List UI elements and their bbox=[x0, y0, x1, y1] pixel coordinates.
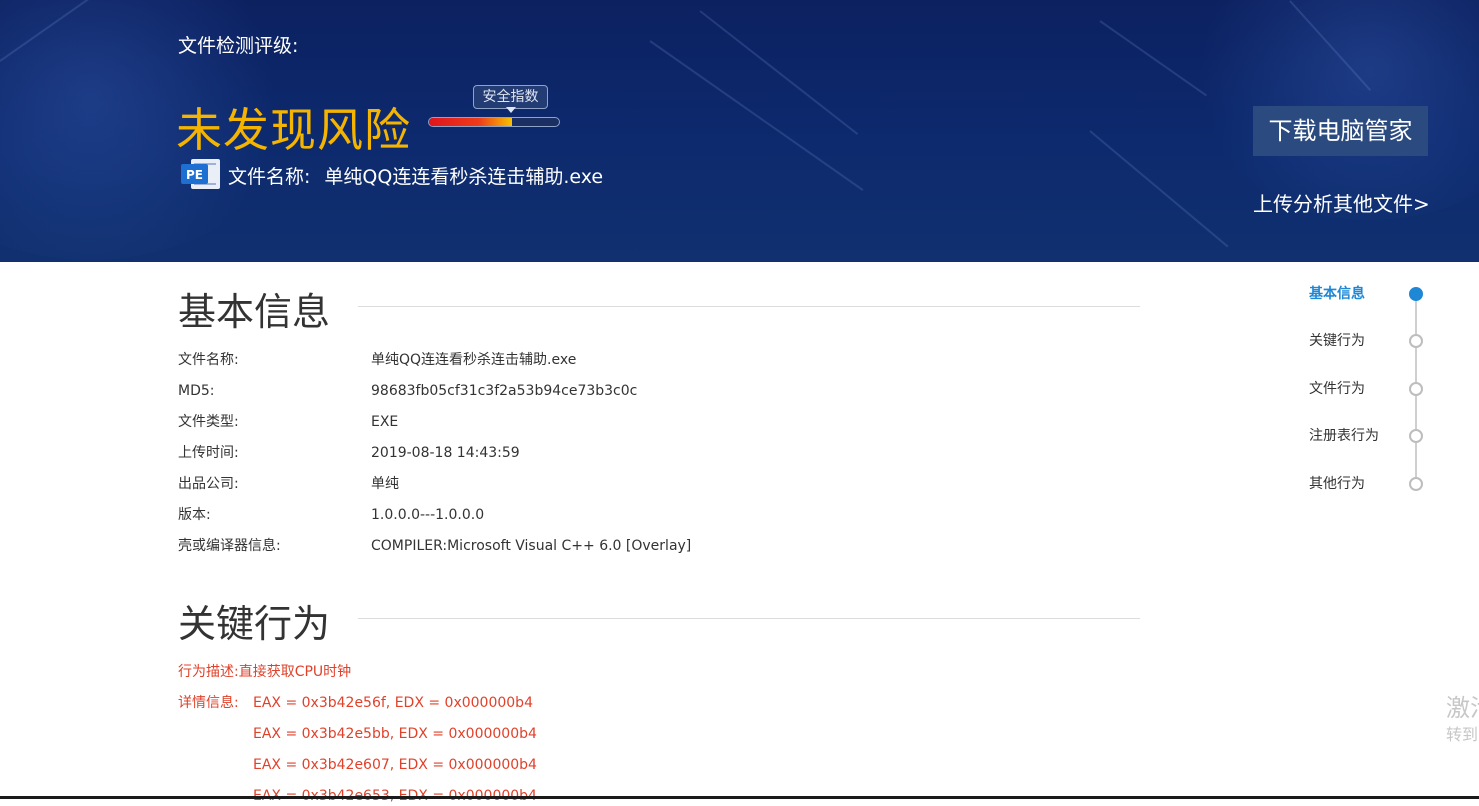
basic-info-heading: 基本信息 bbox=[178, 290, 331, 334]
nav-dot-icon bbox=[1409, 287, 1423, 301]
side-nav-label: 文件行为 bbox=[1309, 381, 1365, 397]
side-nav-item-basic-info[interactable]: 基本信息 bbox=[1309, 283, 1459, 305]
file-name-row: 文件名称: 单纯QQ连连看秒杀连击辅助.exe bbox=[228, 162, 603, 189]
info-value: 单纯QQ连连看秒杀连击辅助.exe bbox=[371, 352, 577, 368]
info-key: 文件类型: bbox=[178, 414, 239, 430]
safety-index-fill bbox=[429, 118, 513, 126]
info-key: 壳或编译器信息: bbox=[178, 538, 281, 554]
upload-other-file-link[interactable]: 上传分析其他文件> bbox=[1253, 188, 1430, 217]
section-divider bbox=[358, 306, 1140, 307]
behavior-description-label: 行为描述: bbox=[178, 664, 239, 680]
behavior-detail-line: EAX = 0x3b42e5bb, EDX = 0x000000b4 bbox=[253, 726, 537, 742]
side-nav-item-other-behavior[interactable]: 其他行为 bbox=[1309, 473, 1459, 495]
risk-result: 未发现风险 bbox=[176, 103, 411, 157]
safety-index-bar bbox=[428, 117, 560, 127]
nav-dot-icon bbox=[1409, 382, 1423, 396]
side-nav-label: 关键行为 bbox=[1309, 333, 1365, 349]
file-name-label: 文件名称: bbox=[228, 166, 311, 188]
rating-label: 文件检测评级: bbox=[178, 35, 299, 57]
side-nav-label: 其他行为 bbox=[1309, 476, 1365, 492]
behavior-description: 直接获取CPU时钟 bbox=[238, 664, 352, 680]
side-nav-label: 注册表行为 bbox=[1309, 428, 1379, 444]
section-divider bbox=[358, 618, 1140, 619]
side-nav-item-key-behavior[interactable]: 关键行为 bbox=[1309, 330, 1459, 352]
watermark-line2: 转到 bbox=[1446, 725, 1479, 744]
tag-pointer-icon bbox=[506, 107, 516, 113]
activation-watermark: 激活 转到 bbox=[1446, 692, 1479, 746]
info-value: EXE bbox=[371, 414, 399, 430]
result-banner: 文件检测评级: 未发现风险 安全指数 PE 文件名称: 单纯QQ连连看秒杀连击辅助… bbox=[0, 0, 1479, 262]
info-value: 1.0.0.0---1.0.0.0 bbox=[371, 507, 485, 523]
behavior-description-row: 行为描述:直接获取CPU时钟 bbox=[178, 662, 351, 682]
key-behavior-heading: 关键行为 bbox=[178, 602, 331, 646]
info-value: COMPILER:Microsoft Visual C++ 6.0 [Overl… bbox=[371, 538, 692, 554]
info-key: 出品公司: bbox=[178, 476, 239, 492]
behavior-detail-line: EAX = 0x3b42e56f, EDX = 0x000000b4 bbox=[253, 695, 533, 711]
info-value: 2019-08-18 14:43:59 bbox=[371, 445, 520, 461]
nav-dot-icon bbox=[1409, 334, 1423, 348]
watermark-line1: 激活 bbox=[1446, 694, 1479, 722]
info-key: 文件名称: bbox=[178, 352, 239, 368]
nav-dot-icon bbox=[1409, 429, 1423, 443]
nav-dot-icon bbox=[1409, 477, 1423, 491]
info-key: MD5: bbox=[178, 383, 215, 399]
info-value: 单纯 bbox=[371, 476, 399, 492]
file-name-value: 单纯QQ连连看秒杀连击辅助.exe bbox=[324, 166, 604, 188]
side-nav-item-registry-behavior[interactable]: 注册表行为 bbox=[1309, 425, 1459, 447]
side-nav-item-file-behavior[interactable]: 文件行为 bbox=[1309, 378, 1459, 400]
behavior-detail-label: 详情信息: bbox=[178, 695, 239, 711]
download-pc-manager-button[interactable]: 下载电脑管家 bbox=[1253, 106, 1428, 156]
banner-streak bbox=[699, 10, 859, 135]
safety-index-label: 安全指数 bbox=[482, 89, 539, 105]
pe-icon-text: PE bbox=[186, 168, 203, 182]
side-nav-label: 基本信息 bbox=[1309, 286, 1365, 302]
info-value: 98683fb05cf31c3f2a53b94ce73b3c0c bbox=[371, 383, 638, 399]
behavior-detail-line: EAX = 0x3b42e607, EDX = 0x000000b4 bbox=[253, 757, 537, 773]
info-key: 上传时间: bbox=[178, 445, 239, 461]
pe-file-icon: PE bbox=[181, 159, 220, 189]
safety-index-tag: 安全指数 bbox=[473, 85, 548, 113]
info-key: 版本: bbox=[178, 507, 211, 523]
